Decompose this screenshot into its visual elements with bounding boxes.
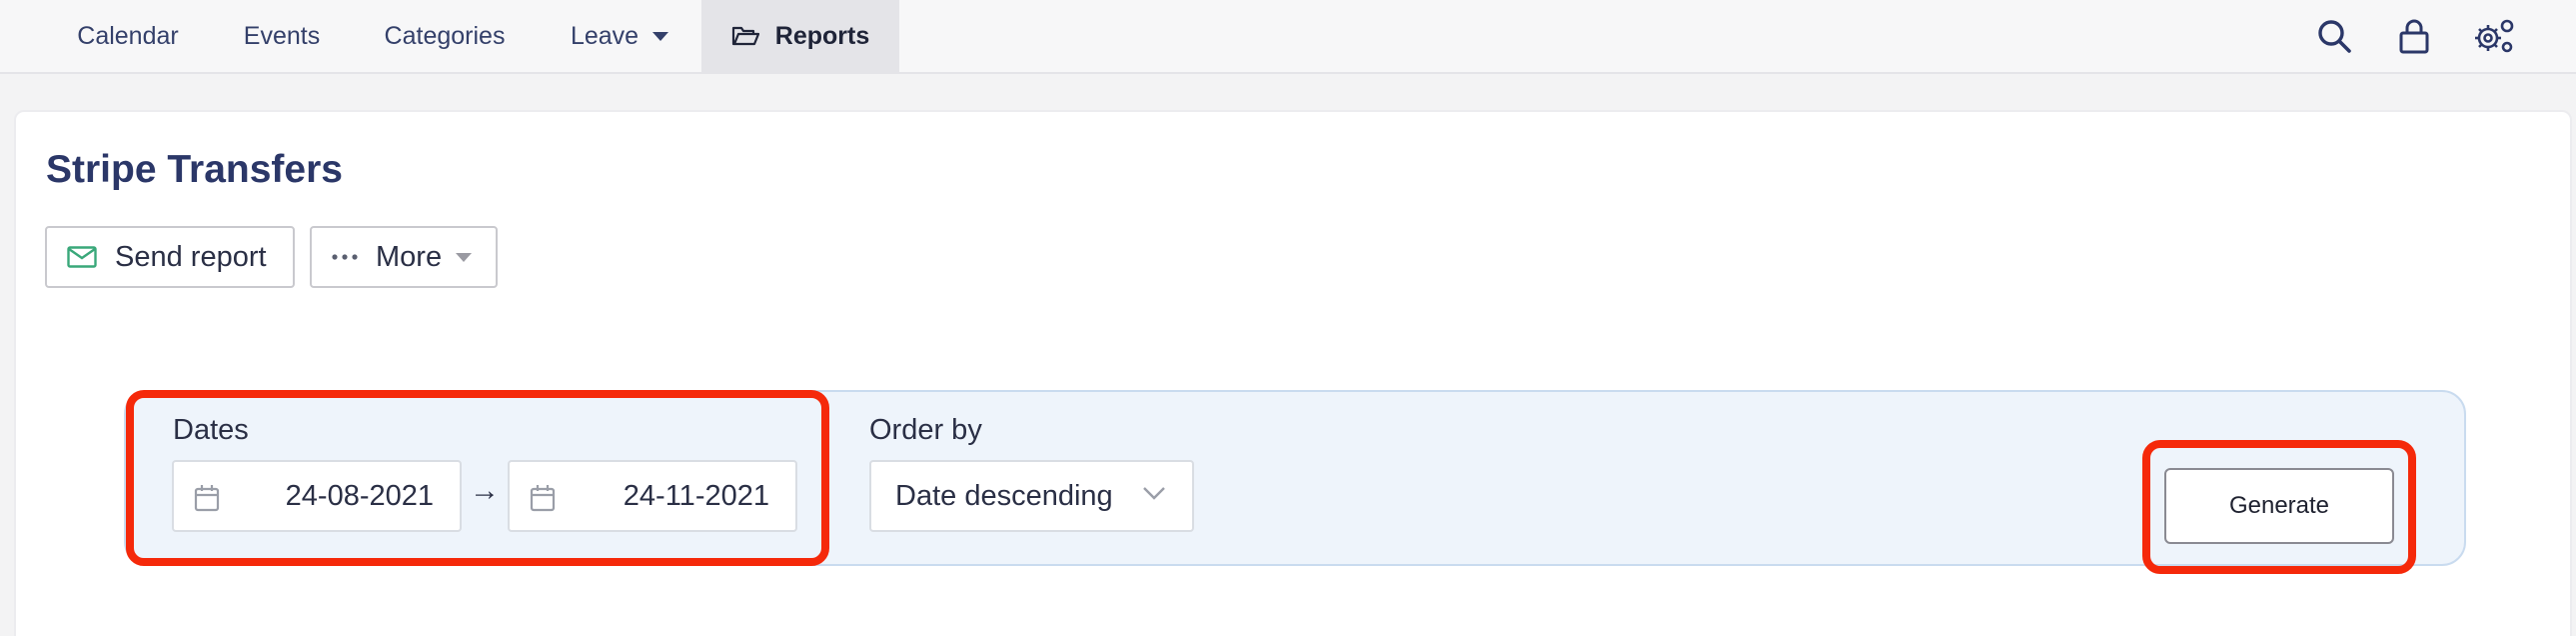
order-by-label: Order by <box>869 414 982 446</box>
calendar-icon <box>194 484 220 512</box>
date-from-input[interactable]: 24-08-2021 <box>172 460 462 532</box>
nav-item-label: Leave <box>570 21 640 50</box>
search-icon[interactable] <box>2312 14 2356 58</box>
ellipsis-icon <box>332 254 358 260</box>
caret-down-icon <box>456 252 473 262</box>
date-to-input[interactable]: 24-11-2021 <box>508 460 797 532</box>
lock-icon[interactable] <box>2392 14 2436 58</box>
range-arrow: → <box>470 474 500 507</box>
caret-down-icon <box>652 31 669 41</box>
generate-label: Generate <box>2228 492 2330 519</box>
top-navigation: Calendar Events Categories Leave Reports <box>0 0 2576 74</box>
dates-label: Dates <box>173 414 249 446</box>
nav-item-label: Reports <box>774 21 870 50</box>
send-report-label: Send report <box>115 240 267 273</box>
nav-item-label: Categories <box>384 21 506 50</box>
date-from-value: 24-08-2021 <box>285 479 434 512</box>
envelope-icon <box>67 246 97 268</box>
more-label: More <box>376 240 443 273</box>
page-title: Stripe Transfers <box>46 148 343 191</box>
chevron-down-icon <box>1142 486 1166 500</box>
nav-item-calendar[interactable]: Calendar <box>48 0 208 72</box>
more-dropdown-button[interactable]: More <box>310 226 498 288</box>
order-by-value: Date descending <box>895 479 1113 512</box>
nav-item-leave[interactable]: Leave <box>560 0 679 72</box>
nav-item-events[interactable]: Events <box>222 0 342 72</box>
folder-open-icon <box>731 25 759 47</box>
date-to-value: 24-11-2021 <box>623 479 769 512</box>
nav-item-reports[interactable]: Reports <box>701 0 899 72</box>
nav-item-categories[interactable]: Categories <box>370 0 520 72</box>
nav-item-label: Events <box>243 21 321 50</box>
calendar-icon <box>530 484 556 512</box>
send-report-button[interactable]: Send report <box>45 226 295 288</box>
generate-button[interactable]: Generate <box>2164 468 2394 544</box>
order-by-select[interactable]: Date descending <box>869 460 1194 532</box>
nav-item-label: Calendar <box>77 21 179 50</box>
gears-icon[interactable] <box>2472 14 2516 58</box>
